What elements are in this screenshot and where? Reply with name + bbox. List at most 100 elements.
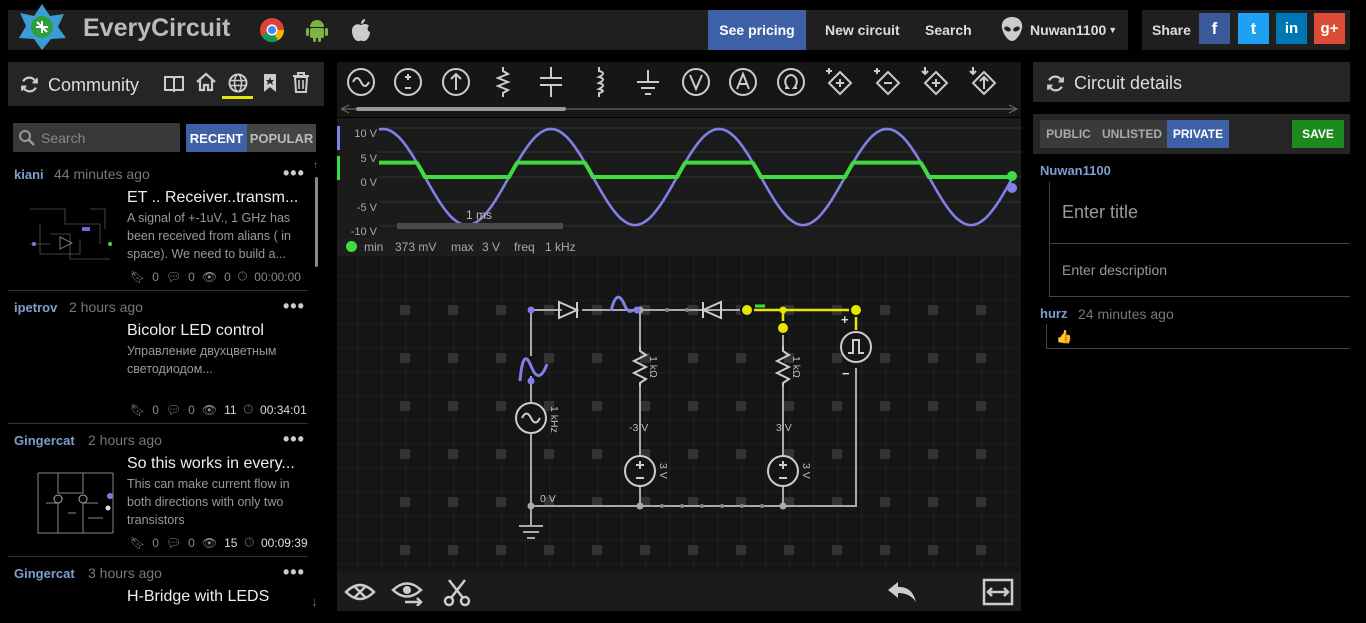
grid-pad xyxy=(592,401,602,411)
voltmeter-tool-icon[interactable] xyxy=(682,68,710,96)
list-item[interactable]: kiani 44 minutes ago ••• ET .. Receiver.… xyxy=(8,163,308,289)
eye-arrow-icon[interactable] xyxy=(391,578,425,606)
more-menu-icon[interactable]: ••• xyxy=(283,562,305,583)
eye-icon: 👁︎ xyxy=(201,269,218,284)
bookmark-icon[interactable] xyxy=(262,73,278,93)
new-circuit-link[interactable]: New circuit xyxy=(825,10,900,50)
facebook-icon[interactable]: f xyxy=(1199,13,1230,44)
item-user[interactable]: Gingercat xyxy=(14,566,75,581)
item-user[interactable]: ipetrov xyxy=(14,300,57,315)
grid-pad xyxy=(928,545,938,555)
book-icon[interactable] xyxy=(163,73,185,93)
undo-icon[interactable] xyxy=(886,580,918,604)
grid-pad xyxy=(976,401,986,411)
view-count: 0 xyxy=(224,269,231,284)
duration: 00:00:00 xyxy=(254,269,301,284)
voltage-controlled-source-tool-icon[interactable] xyxy=(921,67,949,96)
list-item[interactable]: Gingercat 3 hours ago ••• H-Bridge with … xyxy=(8,562,308,623)
toolbar-scrollbar[interactable] xyxy=(356,107,566,111)
title-input[interactable]: Enter title xyxy=(1049,182,1350,244)
fit-screen-icon[interactable] xyxy=(982,578,1014,606)
description-input[interactable]: Enter description xyxy=(1049,244,1350,297)
tab-popular[interactable]: POPULAR xyxy=(247,124,316,152)
item-title[interactable]: So this works in every... xyxy=(127,455,305,473)
more-menu-icon[interactable]: ••• xyxy=(283,296,305,317)
circuit-thumbnail[interactable] xyxy=(28,463,123,541)
time-window-bar[interactable] xyxy=(397,223,563,229)
y-label: 0 V xyxy=(360,177,377,190)
comment-time: 24 minutes ago xyxy=(1078,306,1174,322)
share-label: Share xyxy=(1152,22,1191,38)
grid-pad xyxy=(448,401,458,411)
voltage-probe-tool-icon[interactable] xyxy=(826,68,853,96)
android-icon[interactable] xyxy=(304,17,330,43)
hide-eye-icon[interactable] xyxy=(344,578,376,606)
user-menu[interactable]: Nuwan1100 ▼ xyxy=(1030,10,1117,50)
divider xyxy=(8,556,308,557)
freq-label: freq xyxy=(514,240,535,254)
circuit-thumbnail[interactable] xyxy=(20,199,117,269)
dc-source-tool-icon[interactable] xyxy=(394,68,422,96)
list-item[interactable]: ipetrov 2 hours ago ••• Bicolor LED cont… xyxy=(8,296,308,422)
resistor-tool-icon[interactable] xyxy=(495,67,511,97)
refresh-icon[interactable] xyxy=(19,74,40,95)
bookmark-count-icon: 🔖︎ xyxy=(130,269,146,284)
alien-avatar-icon[interactable] xyxy=(999,16,1025,42)
visibility-unlisted[interactable]: UNLISTED xyxy=(1097,120,1167,148)
ammeter-tool-icon[interactable] xyxy=(729,68,757,96)
chrome-icon[interactable] xyxy=(259,17,285,43)
visibility-public[interactable]: PUBLIC xyxy=(1040,120,1097,148)
list-item[interactable]: Gingercat 2 hours ago ••• So this works … xyxy=(8,429,308,555)
scroll-up-arrow[interactable]: ↑ xyxy=(313,160,321,171)
twitter-icon[interactable]: t xyxy=(1238,13,1269,44)
current-controlled-source-tool-icon[interactable] xyxy=(969,67,997,96)
refresh-icon[interactable] xyxy=(1045,73,1066,94)
save-button[interactable]: SAVE xyxy=(1292,120,1344,148)
ohmmeter-tool-icon[interactable] xyxy=(777,68,805,96)
trash-icon[interactable] xyxy=(292,72,310,93)
app-name: EveryCircuit xyxy=(83,14,231,42)
scissors-icon[interactable] xyxy=(442,577,472,607)
search-link[interactable]: Search xyxy=(925,10,972,50)
resistor-1-label: 1 kΩ xyxy=(647,356,659,378)
active-tab-underline xyxy=(222,96,253,99)
green-trace-dot xyxy=(346,241,357,252)
item-title[interactable]: ET .. Receiver..transm... xyxy=(127,189,305,207)
item-time: 2 hours ago xyxy=(88,432,162,448)
grid-pad xyxy=(880,545,890,555)
everycircuit-logo[interactable] xyxy=(16,2,68,52)
current-source-tool-icon[interactable] xyxy=(442,68,470,96)
grid-pad xyxy=(976,497,986,507)
circuit-schematic[interactable]: 1 kΩ 1 kΩ 1 kHz 3 V 3 V -3 V 3 V 0 V + − xyxy=(337,256,1021,573)
inductor-tool-icon[interactable] xyxy=(596,67,604,97)
ground-tool-icon[interactable] xyxy=(637,70,659,95)
home-icon[interactable] xyxy=(195,72,217,92)
see-pricing-button[interactable]: See pricing xyxy=(708,10,806,50)
search-input[interactable]: Search xyxy=(13,123,180,152)
apple-icon[interactable] xyxy=(348,17,374,43)
linkedin-icon[interactable]: in xyxy=(1276,13,1307,44)
item-title[interactable]: Bicolor LED control xyxy=(127,322,305,340)
ac-source-tool-icon[interactable] xyxy=(347,68,375,96)
more-menu-icon[interactable]: ••• xyxy=(283,429,305,450)
scroll-down-arrow[interactable]: ↓ xyxy=(311,594,318,609)
globe-icon[interactable] xyxy=(227,72,249,94)
visibility-private[interactable]: PRIVATE xyxy=(1167,120,1229,148)
tab-recent[interactable]: RECENT xyxy=(186,124,247,152)
bookmark-count: 0 xyxy=(152,535,159,550)
grid-pad xyxy=(736,401,746,411)
view-count: 11 xyxy=(224,402,237,417)
list-scrollbar[interactable] xyxy=(315,177,318,267)
item-title[interactable]: H-Bridge with LEDS xyxy=(127,588,305,606)
more-menu-icon[interactable]: ••• xyxy=(283,163,305,184)
current-probe-tool-icon[interactable] xyxy=(874,68,901,96)
google-plus-icon[interactable]: g+ xyxy=(1314,13,1345,44)
grid-pad xyxy=(688,545,698,555)
capacitor-tool-icon[interactable] xyxy=(540,67,562,97)
item-user[interactable]: Gingercat xyxy=(14,433,75,448)
comment-user[interactable]: hurz xyxy=(1040,306,1067,321)
owner-name[interactable]: Nuwan1100 xyxy=(1040,163,1111,178)
item-user[interactable]: kiani xyxy=(14,167,44,182)
comment-count: 0 xyxy=(188,269,195,284)
y-label: -5 V xyxy=(356,201,377,214)
